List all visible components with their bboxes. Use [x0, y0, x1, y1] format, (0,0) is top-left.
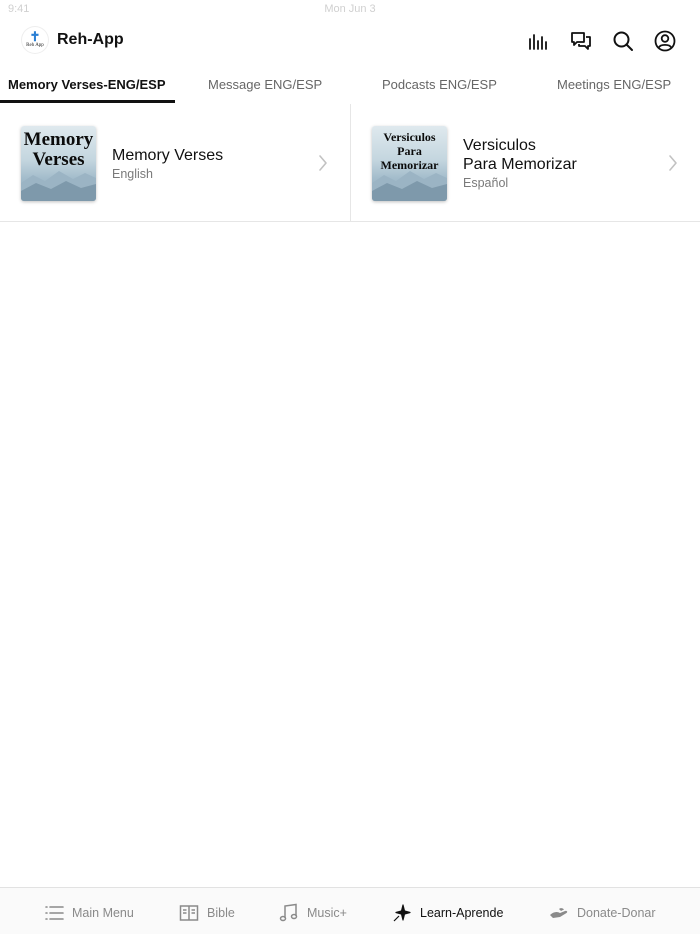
- music-note-icon: [279, 903, 298, 922]
- audio-bars-icon[interactable]: [528, 30, 550, 52]
- category-tabs: Memory Verses-ENG/ESP Message ENG/ESP Po…: [0, 66, 700, 104]
- tab-label: Memory Verses-ENG/ESP: [8, 77, 166, 92]
- nav-label: Main Menu: [72, 906, 134, 920]
- card-thumbnail: Versiculos Para Memorizar: [372, 126, 447, 201]
- app-logo: ✝ Reh App: [22, 27, 48, 53]
- chevron-right-icon: [319, 155, 327, 171]
- card-title: Memory Verses: [112, 147, 224, 164]
- card-subtitle: Español: [463, 176, 509, 190]
- card-versiculos[interactable]: Versiculos Para Memorizar Versiculos Par…: [350, 104, 700, 221]
- logo-text: Reh App: [26, 43, 44, 48]
- tab-memory-verses[interactable]: Memory Verses-ENG/ESP: [0, 66, 175, 104]
- card-memory-verses[interactable]: Memory Verses Memory Verses English: [0, 104, 350, 221]
- content-grid: Memory Verses Memory Verses English Vers…: [0, 104, 700, 222]
- card-subtitle: English: [112, 167, 153, 181]
- nav-label: Music+: [307, 906, 347, 920]
- book-icon: [179, 905, 199, 921]
- chat-bubbles-icon[interactable]: [570, 30, 592, 52]
- bottom-tab-bar: Main Menu Bible Music+ Learn-Aprende Don…: [0, 887, 700, 934]
- nav-learn-aprende[interactable]: Learn-Aprende: [392, 902, 503, 924]
- card-title: Versiculos Para Memorizar: [463, 137, 577, 173]
- tab-message[interactable]: Message ENG/ESP: [175, 66, 350, 104]
- thumbnail-title: Versiculos Para Memorizar: [380, 130, 439, 172]
- cross-icon: ✝: [29, 29, 41, 44]
- header-actions: [528, 30, 676, 52]
- nav-label: Learn-Aprende: [420, 906, 504, 920]
- nav-donate-donar[interactable]: Donate-Donar: [549, 902, 656, 924]
- status-date: Mon Jun 3: [324, 3, 376, 15]
- sparkle-icon: [393, 904, 411, 922]
- list-icon: [45, 906, 64, 920]
- tab-label: Meetings ENG/ESP: [557, 77, 672, 92]
- app-title: Reh-App: [57, 31, 124, 48]
- account-icon[interactable]: [654, 30, 676, 52]
- tab-label: Message ENG/ESP: [208, 77, 323, 92]
- nav-label: Bible: [207, 906, 235, 920]
- tab-label: Podcasts ENG/ESP: [382, 77, 497, 92]
- app-header: ✝ Reh App Reh-App: [0, 22, 700, 62]
- active-tab-indicator: [0, 100, 175, 103]
- nav-main-menu[interactable]: Main Menu: [44, 902, 134, 924]
- search-icon[interactable]: [612, 30, 634, 52]
- chevron-right-icon: [669, 155, 677, 171]
- tab-podcasts[interactable]: Podcasts ENG/ESP: [350, 66, 525, 104]
- nav-label: Donate-Donar: [577, 906, 656, 920]
- tab-meetings[interactable]: Meetings ENG/ESP: [525, 66, 700, 104]
- giving-hand-icon: [550, 908, 568, 918]
- nav-bible[interactable]: Bible: [179, 902, 235, 924]
- nav-music[interactable]: Music+: [279, 902, 347, 924]
- status-bar: 9:41 Mon Jun 3: [0, 0, 700, 20]
- thumbnail-title: Memory Verses: [23, 129, 94, 170]
- card-thumbnail: Memory Verses: [21, 126, 96, 201]
